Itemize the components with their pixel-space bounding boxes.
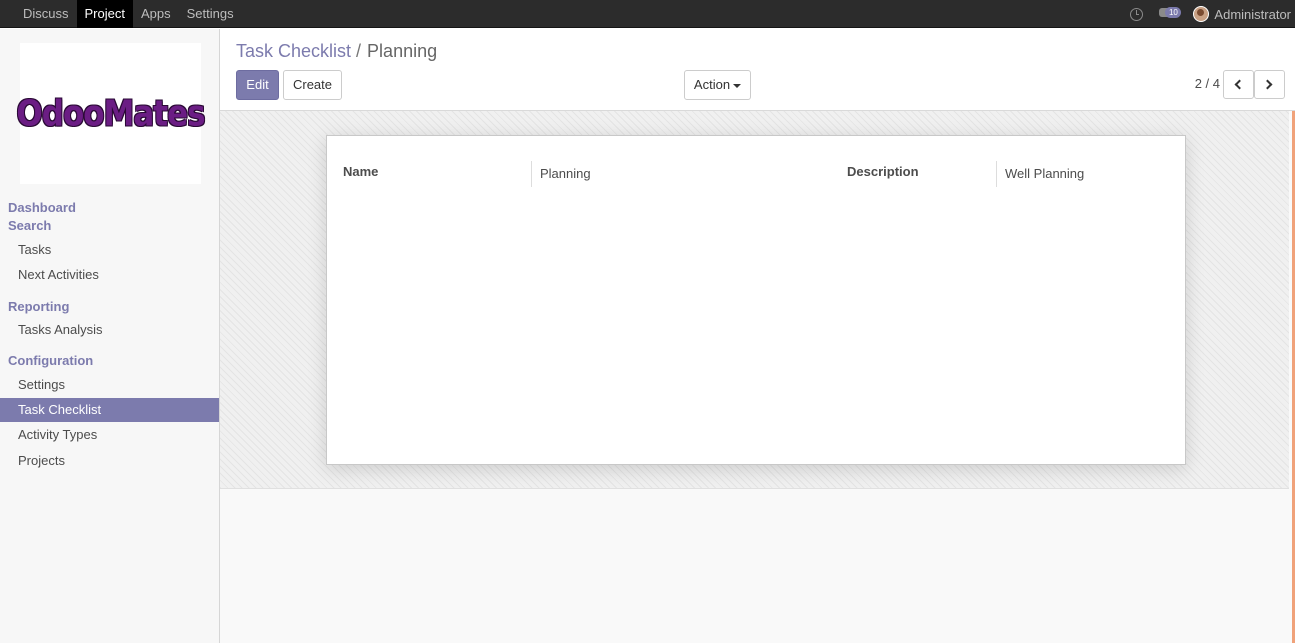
sidebar-item-next-activities[interactable]: Next Activities bbox=[0, 263, 219, 287]
edit-button[interactable]: Edit bbox=[236, 70, 279, 100]
sidebar-section-dashboard[interactable]: Dashboard bbox=[8, 200, 76, 215]
clock-icon[interactable] bbox=[1130, 7, 1144, 21]
breadcrumb: Task Checklist / Planning bbox=[236, 41, 437, 62]
action-dropdown[interactable]: Action bbox=[684, 70, 751, 100]
logo-text: OdooMates bbox=[16, 92, 205, 135]
control-panel: Task Checklist / Planning Edit Create Acti… bbox=[220, 29, 1295, 111]
message-count-badge: 10 bbox=[1165, 7, 1182, 18]
sidebar-item-tasks[interactable]: Tasks bbox=[0, 238, 219, 262]
app-menu: Discuss Project Apps Settings bbox=[15, 0, 242, 28]
menu-apps[interactable]: Apps bbox=[133, 0, 179, 28]
form-sheet: Name Planning Description Well Planning bbox=[326, 135, 1186, 465]
form-view: Name Planning Description Well Planning bbox=[220, 111, 1295, 643]
user-menu[interactable]: Administrator bbox=[1214, 7, 1295, 22]
menu-project[interactable]: Project bbox=[76, 0, 133, 28]
company-logo: OdooMates bbox=[16, 43, 206, 184]
breadcrumb-separator: / bbox=[356, 41, 362, 61]
sidebar-section-search[interactable]: Search bbox=[8, 218, 51, 233]
form-background: Name Planning Description Well Planning bbox=[220, 111, 1289, 489]
pager-previous-button[interactable] bbox=[1223, 70, 1254, 99]
avatar[interactable] bbox=[1193, 6, 1210, 22]
sidebar-item-activity-types[interactable]: Activity Types bbox=[0, 423, 219, 447]
create-button[interactable]: Create bbox=[283, 70, 342, 100]
menu-discuss[interactable]: Discuss bbox=[15, 0, 77, 28]
sidebar-item-settings[interactable]: Settings bbox=[0, 373, 219, 397]
sidebar-section-configuration[interactable]: Configuration bbox=[8, 353, 93, 368]
chevron-left-icon bbox=[1234, 79, 1245, 90]
caret-down-icon bbox=[733, 83, 742, 88]
sidebar: OdooMates Dashboard Search Tasks Next Ac… bbox=[0, 29, 220, 643]
chevron-right-icon bbox=[1262, 79, 1273, 90]
action-label: Action bbox=[693, 77, 731, 92]
pager-value[interactable]: 2 / 4 bbox=[1195, 76, 1220, 91]
systray: 10 Administrator bbox=[1130, 0, 1295, 28]
sidebar-section-reporting[interactable]: Reporting bbox=[8, 299, 69, 314]
breadcrumb-current: Planning bbox=[367, 41, 438, 61]
sidebar-item-projects[interactable]: Projects bbox=[0, 449, 219, 473]
breadcrumb-parent[interactable]: Task Checklist bbox=[236, 41, 351, 61]
messages-button[interactable]: 10 bbox=[1159, 7, 1182, 21]
name-label: Name bbox=[343, 164, 379, 179]
sidebar-item-tasks-analysis[interactable]: Tasks Analysis bbox=[0, 318, 219, 342]
description-label: Description bbox=[847, 164, 919, 179]
sidebar-item-task-checklist[interactable]: Task Checklist bbox=[0, 398, 219, 422]
top-navbar: Discuss Project Apps Settings 10 Adminis… bbox=[0, 0, 1295, 28]
description-field: Well Planning bbox=[996, 161, 1176, 187]
name-field: Planning bbox=[531, 161, 831, 187]
menu-settings[interactable]: Settings bbox=[179, 0, 242, 28]
pager-next-button[interactable] bbox=[1254, 70, 1285, 99]
